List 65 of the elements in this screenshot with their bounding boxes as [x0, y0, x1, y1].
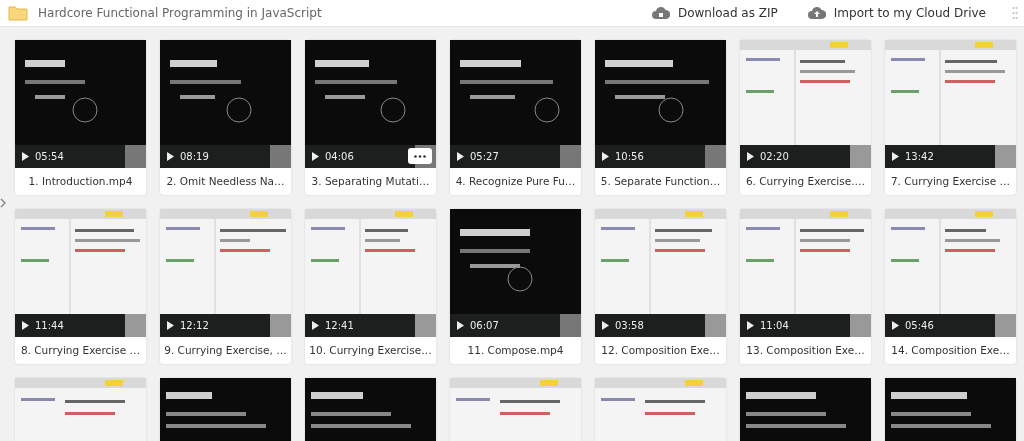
play-icon[interactable] — [602, 321, 609, 330]
more-button[interactable] — [408, 148, 432, 164]
video-filename: 3. Separating Mutati… — [310, 174, 431, 189]
video-card[interactable]: 05:54 1. Introduction.mp4 — [15, 40, 146, 195]
video-duration: 11:04 — [760, 320, 789, 331]
video-card[interactable]: 04:06 3. Separating Mutati… — [305, 40, 436, 195]
folder-icon — [8, 5, 28, 21]
video-card[interactable]: 02:20 6. Currying Exercise.… — [740, 40, 871, 195]
video-card[interactable]: 05:27 4. Recognize Pure Fu… — [450, 40, 581, 195]
play-icon[interactable] — [167, 152, 174, 161]
video-filename: 5. Separate Function… — [599, 174, 722, 189]
video-card[interactable]: 06:07 11. Compose.mp4 — [450, 209, 581, 364]
video-duration: 03:58 — [615, 320, 644, 331]
play-icon[interactable] — [602, 152, 609, 161]
video-filename: 8. Currying Exercise … — [19, 343, 142, 358]
play-icon[interactable] — [747, 152, 754, 161]
video-filename: 10. Currying Exercise… — [308, 343, 433, 358]
video-duration: 11:44 — [35, 320, 64, 331]
video-duration: 06:07 — [470, 320, 499, 331]
video-filename: 12. Composition Exe… — [600, 343, 721, 358]
video-card[interactable]: 12:41 10. Currying Exercise… — [305, 209, 436, 364]
video-duration: 10:56 — [615, 151, 644, 162]
video-duration: 05:54 — [35, 151, 64, 162]
play-icon[interactable] — [22, 321, 29, 330]
video-filename: 14. Composition Exe… — [890, 343, 1011, 358]
video-filename: 4. Recognize Pure Fu… — [454, 174, 577, 189]
chevron-right-icon[interactable] — [0, 198, 6, 208]
video-duration: 04:06 — [325, 151, 354, 162]
play-icon[interactable] — [747, 321, 754, 330]
video-filename: 2. Omit Needless Na… — [165, 174, 286, 189]
video-duration: 12:12 — [180, 320, 209, 331]
video-card[interactable]: 11:04 13. Composition Exe… — [740, 209, 871, 364]
video-filename: 1. Introduction.mp4 — [27, 174, 134, 189]
video-card[interactable]: 08:19 2. Omit Needless Na… — [160, 40, 291, 195]
video-duration: 13:42 — [905, 151, 934, 162]
play-icon[interactable] — [892, 321, 899, 330]
video-duration: 05:46 — [905, 320, 934, 331]
video-card[interactable]: 11:44 8. Currying Exercise … — [15, 209, 146, 364]
video-filename: 7. Currying Exercise … — [889, 174, 1012, 189]
video-duration: 12:41 — [325, 320, 354, 331]
video-card[interactable]: 10:56 5. Separate Function… — [595, 40, 726, 195]
video-duration: 05:27 — [470, 151, 499, 162]
cloud-upload-icon — [807, 6, 826, 20]
more-icon — [414, 154, 426, 158]
video-filename: 13. Composition Exe… — [745, 343, 866, 358]
folder-title: Hardcore Functional Programming in JavaScript — [38, 6, 322, 20]
play-icon[interactable] — [892, 152, 899, 161]
play-icon[interactable] — [457, 321, 464, 330]
header-action-button[interactable]: Import to my Cloud Drive — [803, 4, 990, 22]
video-duration: 02:20 — [760, 151, 789, 162]
video-filename: 6. Currying Exercise.… — [744, 174, 867, 189]
video-card[interactable]: 03:58 12. Composition Exe… — [595, 209, 726, 364]
video-card[interactable]: 12:12 9. Currying Exercise, … — [160, 209, 291, 364]
cloud-lock-icon — [651, 6, 670, 20]
play-icon[interactable] — [312, 152, 319, 161]
play-icon[interactable] — [312, 321, 319, 330]
play-icon[interactable] — [457, 152, 464, 161]
play-icon[interactable] — [22, 152, 29, 161]
video-duration: 08:19 — [180, 151, 209, 162]
play-icon[interactable] — [167, 321, 174, 330]
header-action-button[interactable]: Download as ZIP — [647, 4, 782, 22]
video-filename: 11. Compose.mp4 — [466, 343, 565, 358]
video-card[interactable]: 13:42 7. Currying Exercise … — [885, 40, 1016, 195]
video-filename: 9. Currying Exercise, … — [163, 343, 288, 358]
video-card[interactable]: 05:46 14. Composition Exe… — [885, 209, 1016, 364]
